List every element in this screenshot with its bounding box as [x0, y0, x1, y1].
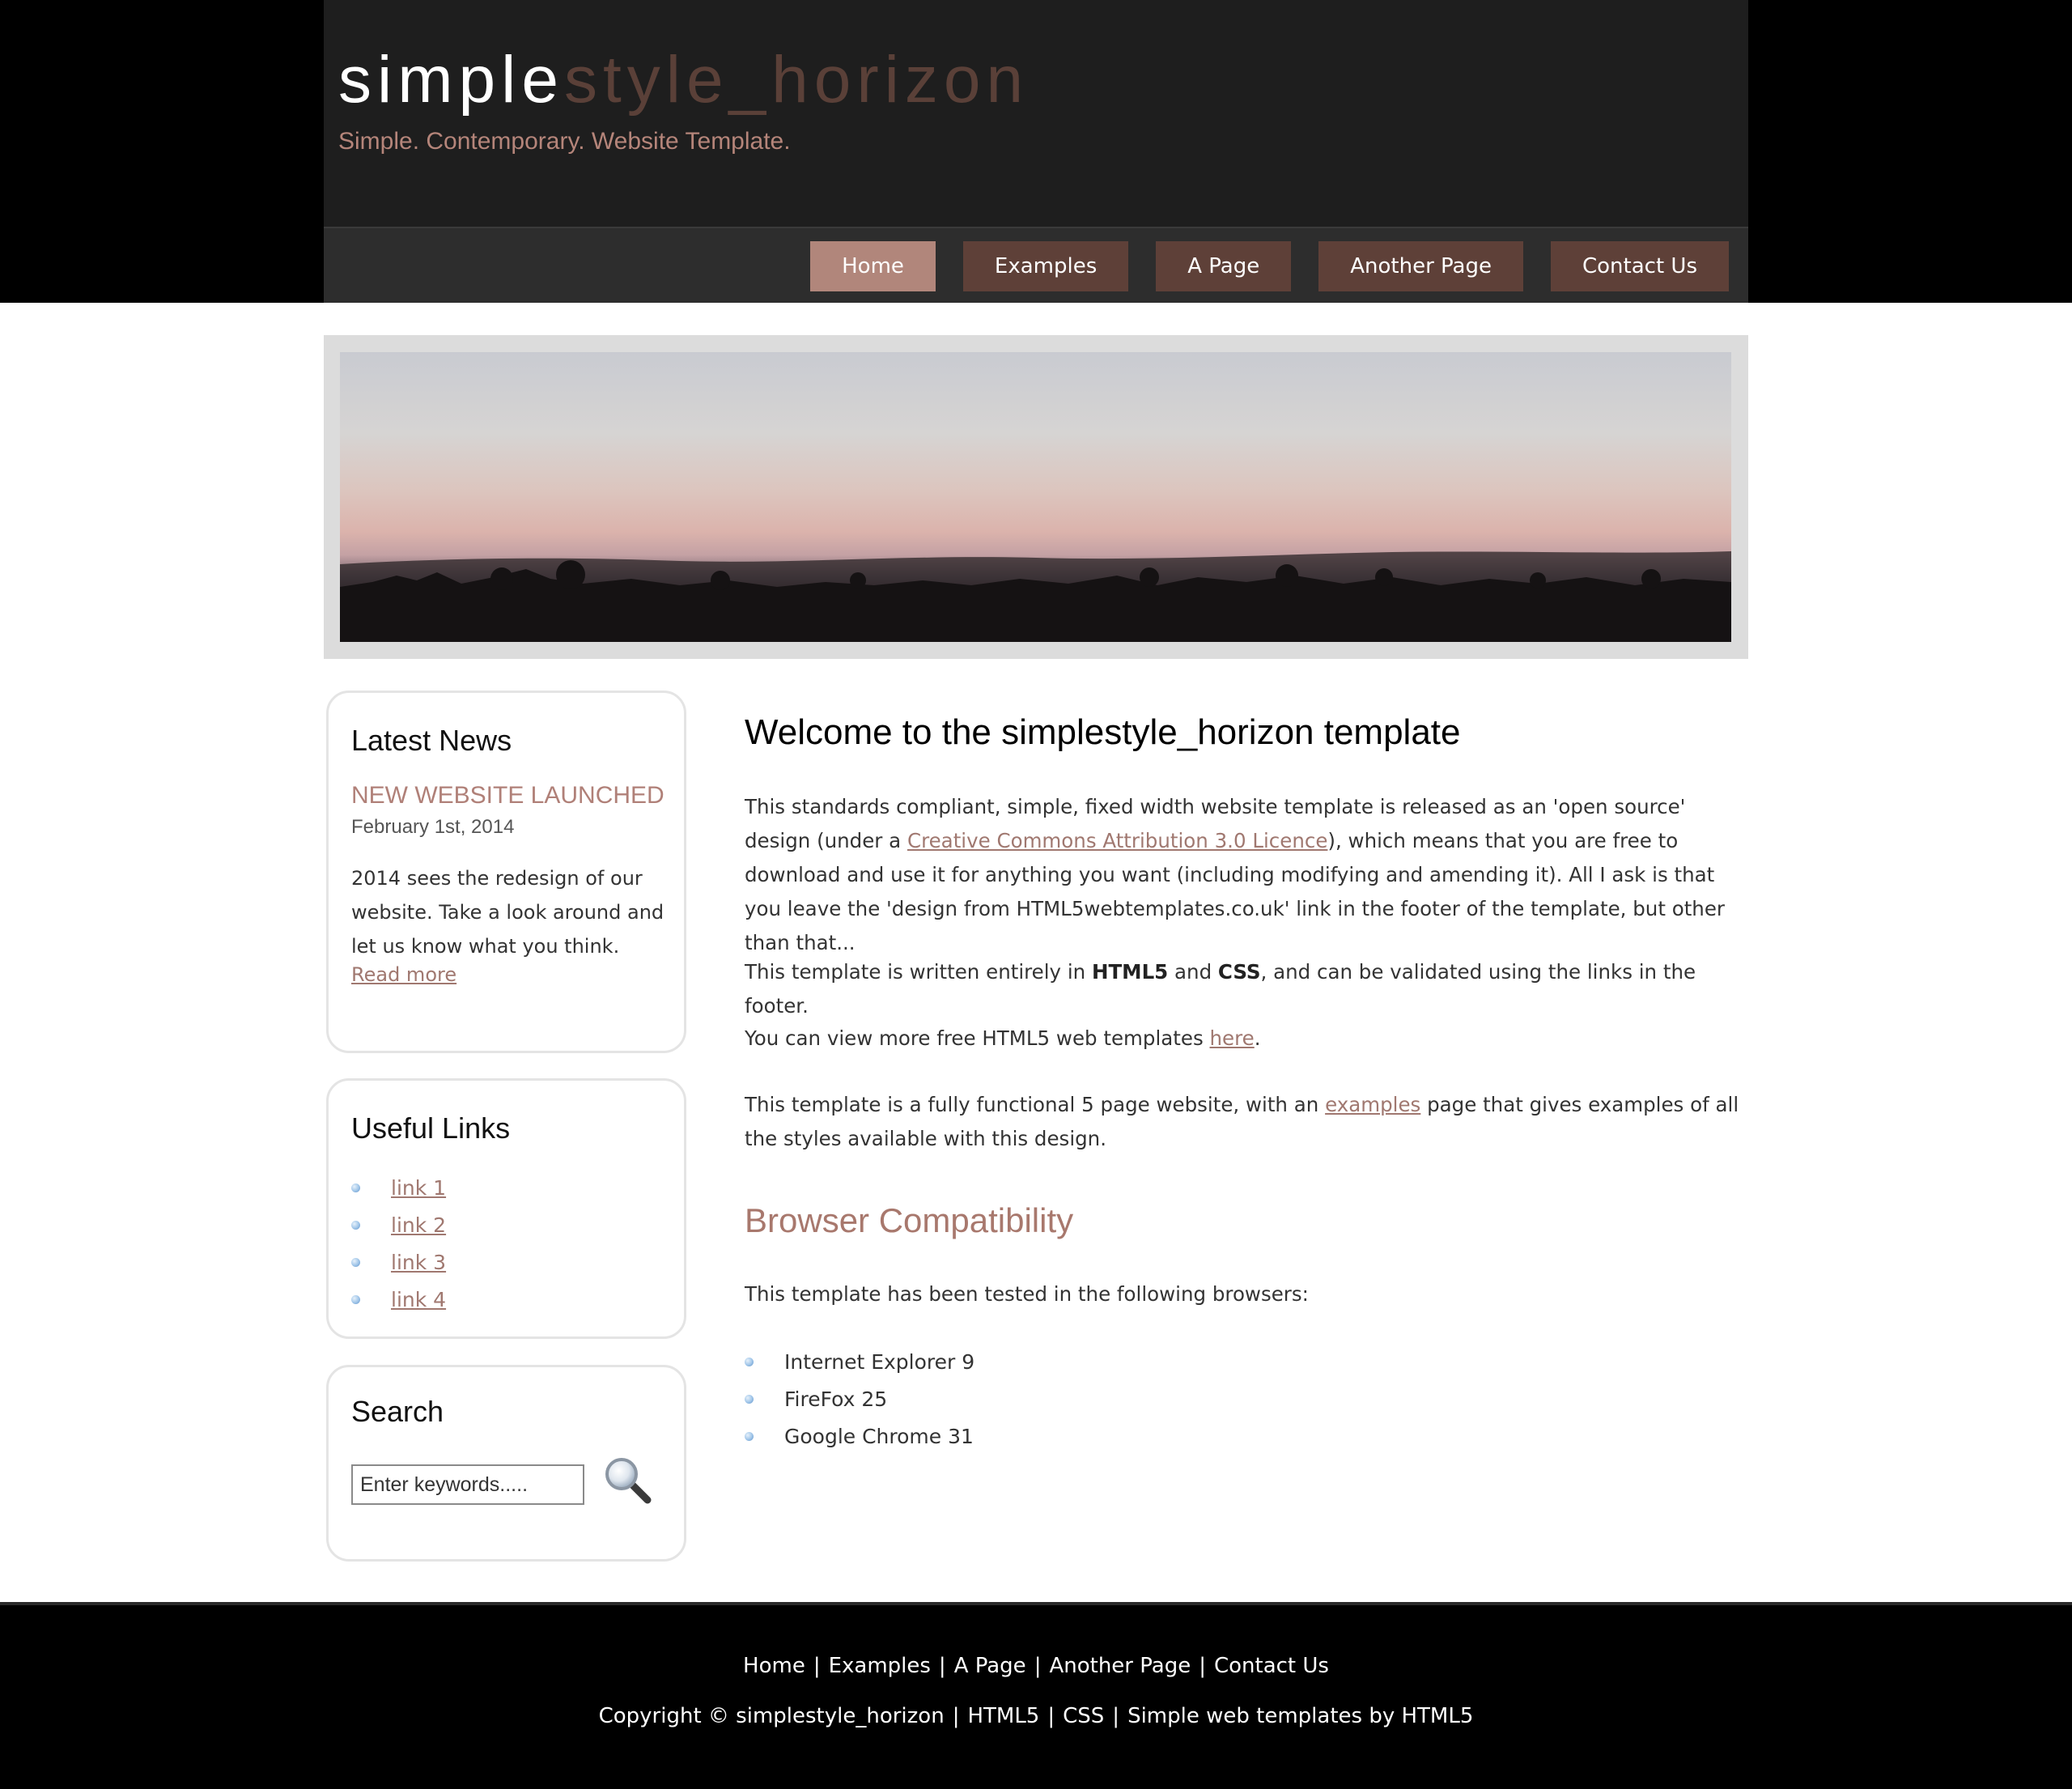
site-logo[interactable]: simplestyle_horizon [338, 47, 1029, 113]
footer-link-another-page[interactable]: Another Page [1049, 1654, 1191, 1678]
bullet-icon [351, 1221, 360, 1230]
intro-paragraph: This standards compliant, simple, fixed … [745, 790, 1748, 960]
tech-text-and: and [1168, 960, 1218, 984]
bullet-icon [745, 1358, 754, 1366]
menu-item-examples[interactable]: Examples [962, 241, 1129, 291]
functional-text-start: This template is a fully functional 5 pa… [745, 1093, 1326, 1116]
here-link[interactable]: here [1210, 1026, 1255, 1050]
search-input[interactable] [351, 1464, 584, 1505]
menu-item-contact-us[interactable]: Contact Us [1551, 241, 1729, 291]
footer-link-a-page[interactable]: A Page [954, 1654, 1026, 1678]
footer-link-css[interactable]: CSS [1063, 1704, 1104, 1728]
bullet-icon [351, 1295, 360, 1304]
menu-item-another-page[interactable]: Another Page [1318, 241, 1523, 291]
browser-list: Internet Explorer 9 FireFox 25 Google Ch… [745, 1344, 974, 1455]
browser-compatibility-heading: Browser Compatibility [745, 1201, 1074, 1239]
more-templates-paragraph: You can view more free HTML5 web templat… [745, 1022, 1748, 1056]
compatibility-paragraph: This template has been tested in the fol… [745, 1282, 1309, 1306]
footer-separator: | [1047, 1704, 1055, 1728]
main-menu: Home Examples A Page Another Page Contac… [810, 241, 1729, 291]
more-templates-period: . [1254, 1026, 1261, 1050]
footer-separator: | [1034, 1654, 1042, 1678]
site-slogan: Simple. Contemporary. Website Template. [338, 128, 791, 155]
footer-copyright: Copyright © simplestyle_horizon | HTML5 | CS… [0, 1704, 2072, 1728]
more-templates-text: You can view more free HTML5 web templat… [745, 1026, 1210, 1050]
browser-name: FireFox 25 [784, 1387, 888, 1411]
menu-item-a-page[interactable]: A Page [1156, 241, 1292, 291]
footer-link-html5[interactable]: HTML5 [967, 1704, 1039, 1728]
functional-paragraph: This template is a fully functional 5 pa… [745, 1088, 1748, 1156]
list-item: link 4 [351, 1281, 446, 1319]
footer-link-home[interactable]: Home [743, 1654, 805, 1678]
bullet-icon [351, 1258, 360, 1267]
list-item: link 3 [351, 1244, 446, 1281]
menu-item-home[interactable]: Home [810, 241, 936, 291]
footer-link-templates[interactable]: Simple web templates by HTML5 [1127, 1704, 1473, 1728]
search-box: Search [326, 1365, 686, 1562]
read-more-link[interactable]: Read more [351, 963, 456, 986]
list-item: FireFox 25 [745, 1381, 974, 1418]
news-title: NEW WEBSITE LAUNCHED [351, 782, 664, 809]
footer-separator: | [952, 1704, 960, 1728]
browser-name: Google Chrome 31 [784, 1425, 974, 1448]
useful-links-list: link 1 link 2 link 3 link 4 [351, 1170, 446, 1319]
browser-name: Internet Explorer 9 [784, 1350, 975, 1374]
footer-separator: | [1112, 1704, 1120, 1728]
tech-paragraph: This template is written entirely in HTM… [745, 955, 1748, 1023]
footer-separator: | [938, 1654, 946, 1678]
site-header: simplestyle_horizon Simple. Contemporary… [324, 0, 1748, 303]
search-heading: Search [351, 1395, 444, 1428]
logo-part-simple: simple [338, 43, 564, 117]
footer-nav: Home | Examples | A Page | Another Page | Contac… [0, 1654, 2072, 1678]
main-menu-bar: Home Examples A Page Another Page Contac… [324, 227, 1748, 303]
tech-text-start: This template is written entirely in [745, 960, 1092, 984]
news-text: 2014 sees the redesign of our website. T… [351, 867, 664, 958]
main-content: Welcome to the simplestyle_horizon templ… [745, 712, 1748, 1448]
useful-links-heading: Useful Links [351, 1111, 511, 1145]
useful-link-4[interactable]: link 4 [391, 1288, 446, 1311]
examples-link[interactable]: examples [1325, 1093, 1420, 1116]
html5-text: HTML5 [1091, 960, 1169, 984]
useful-link-1[interactable]: link 1 [391, 1176, 446, 1200]
useful-link-3[interactable]: link 3 [391, 1251, 446, 1274]
useful-links-box: Useful Links link 1 link 2 link 3 link 4 [326, 1078, 686, 1339]
list-item: link 1 [351, 1170, 446, 1207]
latest-news-heading: Latest News [351, 724, 512, 757]
bullet-icon [745, 1395, 754, 1404]
page-title: Welcome to the simplestyle_horizon templ… [745, 712, 1461, 752]
useful-link-2[interactable]: link 2 [391, 1213, 446, 1237]
sunset-horizon-image [340, 352, 1731, 642]
footer-separator: | [813, 1654, 821, 1678]
latest-news-box: Latest News NEW WEBSITE LAUNCHED Februar… [326, 691, 686, 1053]
bullet-icon [351, 1183, 360, 1192]
banner-frame [324, 335, 1748, 659]
footer-separator: | [1199, 1654, 1206, 1678]
news-date: February 1st, 2014 [351, 816, 515, 838]
site-footer: Home | Examples | A Page | Another Page | Contac… [0, 1602, 2072, 1789]
logo-part-style-horizon: style_horizon [563, 43, 1030, 117]
footer-link-examples[interactable]: Examples [829, 1654, 931, 1678]
footer-link-contact-us[interactable]: Contact Us [1214, 1654, 1329, 1678]
licence-link[interactable]: Creative Commons Attribution 3.0 Licence [907, 829, 1327, 852]
list-item: Google Chrome 31 [745, 1418, 974, 1455]
search-button[interactable] [602, 1455, 654, 1506]
bullet-icon [745, 1432, 754, 1441]
list-item: Internet Explorer 9 [745, 1344, 974, 1381]
magnifier-icon [605, 1458, 652, 1504]
copyright-text: Copyright © simplestyle_horizon [598, 1704, 945, 1728]
css-text: CSS [1217, 960, 1261, 984]
list-item: link 2 [351, 1207, 446, 1244]
